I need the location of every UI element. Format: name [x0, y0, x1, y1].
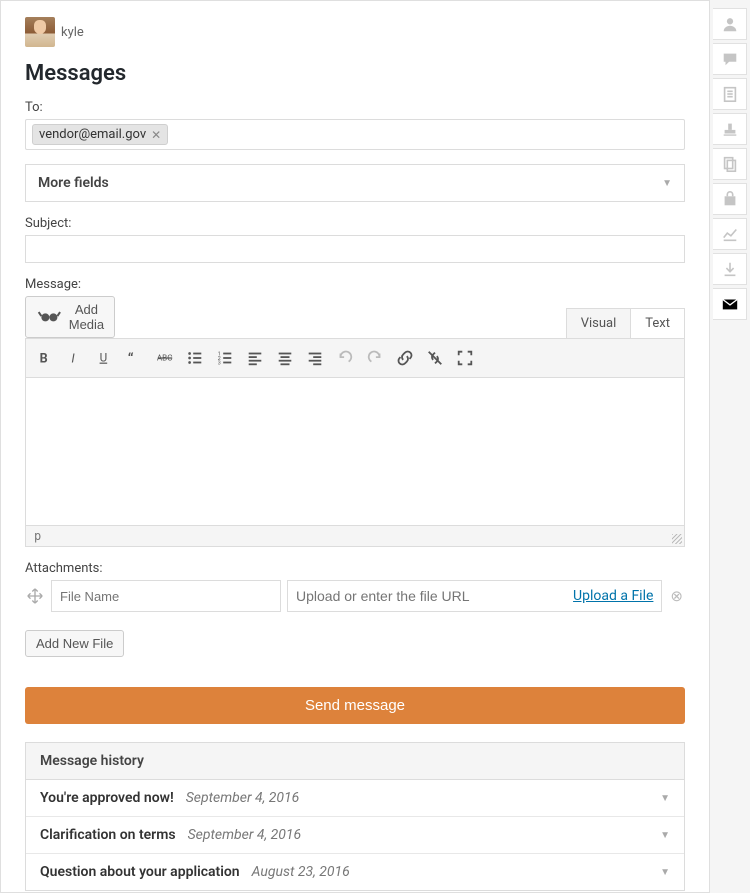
file-name-input[interactable] — [51, 580, 281, 612]
avatar — [25, 17, 55, 47]
drag-handle-icon[interactable] — [25, 586, 45, 606]
chevron-down-icon: ▼ — [660, 793, 670, 804]
fullscreen-button[interactable] — [450, 343, 480, 373]
message-history-title: Message history — [26, 743, 684, 780]
svg-text:“: “ — [128, 350, 134, 367]
recipient-chip: vendor@email.gov ✕ — [32, 124, 168, 145]
bullet-list-button[interactable] — [180, 343, 210, 373]
numbered-list-button[interactable]: 123 — [210, 343, 240, 373]
message-label: Message: — [25, 277, 685, 292]
editor-toolbar: B I U “ ABC 123 — [25, 338, 685, 378]
history-item[interactable]: Question about your application August 2… — [26, 854, 684, 890]
align-left-button[interactable] — [240, 343, 270, 373]
rail-tab-notes[interactable] — [713, 78, 747, 110]
svg-text:U: U — [100, 351, 108, 365]
subject-label: Subject: — [25, 216, 685, 231]
history-item[interactable]: You're approved now! September 4, 2016 ▼ — [26, 780, 684, 817]
chevron-down-icon: ▼ — [662, 178, 672, 189]
underline-button[interactable]: U — [90, 343, 120, 373]
svg-text:I: I — [71, 352, 75, 367]
rail-tab-chart[interactable] — [713, 218, 747, 250]
recipient-chip-text: vendor@email.gov — [39, 127, 146, 142]
rail-tab-copy[interactable] — [713, 148, 747, 180]
add-media-button[interactable]: Add Media — [25, 296, 115, 338]
history-date: September 4, 2016 — [188, 827, 302, 843]
rail-tab-user[interactable] — [713, 8, 747, 40]
main-panel: kyle Messages To: vendor@email.gov ✕ Mor… — [0, 0, 710, 893]
attachments-label: Attachments: — [25, 561, 685, 576]
editor: Add Media Visual Text B I U “ ABC 123 — [25, 296, 685, 547]
blockquote-button[interactable]: “ — [120, 343, 150, 373]
editor-status-bar: p — [25, 526, 685, 547]
history-subject: You're approved now! — [40, 790, 174, 806]
chevron-down-icon: ▼ — [660, 867, 670, 878]
rail-tab-mail[interactable] — [713, 288, 747, 320]
undo-button[interactable] — [330, 343, 360, 373]
italic-button[interactable]: I — [60, 343, 90, 373]
history-date: September 4, 2016 — [186, 790, 300, 806]
chevron-down-icon: ▼ — [660, 830, 670, 841]
tab-text[interactable]: Text — [631, 309, 684, 338]
align-right-button[interactable] — [300, 343, 330, 373]
unlink-button[interactable] — [420, 343, 450, 373]
strikethrough-button[interactable]: ABC — [150, 343, 180, 373]
rail-tab-download[interactable] — [713, 253, 747, 285]
attachment-row: Upload a File ⊗ — [25, 580, 685, 612]
file-url-box: Upload a File — [287, 580, 662, 612]
history-subject: Question about your application — [40, 864, 240, 880]
bold-button[interactable]: B — [30, 343, 60, 373]
subject-input[interactable] — [25, 235, 685, 263]
rail-tab-comment[interactable] — [713, 43, 747, 75]
upload-file-link[interactable]: Upload a File — [573, 588, 653, 604]
more-fields-label: More fields — [38, 175, 109, 191]
history-date: August 23, 2016 — [252, 864, 350, 880]
add-new-file-button[interactable]: Add New File — [25, 630, 124, 657]
history-item[interactable]: Clarification on terms September 4, 2016… — [26, 817, 684, 854]
history-subject: Clarification on terms — [40, 827, 176, 843]
file-url-input[interactable] — [296, 588, 573, 604]
username: kyle — [61, 25, 84, 40]
send-message-button[interactable]: Send message — [25, 687, 685, 724]
rail-tab-bag[interactable] — [713, 183, 747, 215]
to-label: To: — [25, 100, 685, 115]
media-icon — [36, 304, 63, 331]
to-input[interactable]: vendor@email.gov ✕ — [25, 119, 685, 150]
user-row: kyle — [25, 17, 685, 47]
more-fields-toggle[interactable]: More fields ▼ — [25, 164, 685, 202]
add-media-label: Add Media — [69, 302, 104, 332]
add-new-file-label: Add New File — [36, 636, 113, 651]
tab-visual[interactable]: Visual — [567, 309, 632, 338]
editor-path: p — [34, 529, 41, 543]
editor-tabs: Visual Text — [566, 308, 685, 338]
svg-text:3: 3 — [218, 360, 221, 366]
remove-attachment-icon[interactable]: ⊗ — [668, 587, 685, 605]
message-history: Message history You're approved now! Sep… — [25, 742, 685, 891]
remove-recipient-icon[interactable]: ✕ — [151, 128, 161, 142]
rail-tab-stamp[interactable] — [713, 113, 747, 145]
redo-button[interactable] — [360, 343, 390, 373]
resize-handle[interactable] — [672, 534, 682, 544]
align-center-button[interactable] — [270, 343, 300, 373]
message-body[interactable] — [25, 378, 685, 526]
link-button[interactable] — [390, 343, 420, 373]
side-rail — [710, 0, 750, 893]
svg-text:B: B — [40, 352, 48, 367]
page-title: Messages — [25, 61, 685, 86]
